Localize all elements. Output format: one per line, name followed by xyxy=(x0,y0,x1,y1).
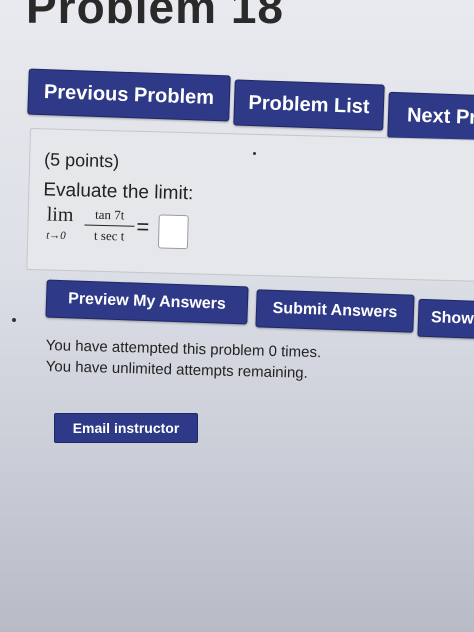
problem-panel: (5 points) Evaluate the limit: lim t→0 t… xyxy=(26,128,474,283)
preview-answers-button[interactable]: Preview My Answers xyxy=(45,279,249,325)
previous-problem-button[interactable]: Previous Problem xyxy=(27,68,231,122)
fraction-denominator: t sec t xyxy=(93,227,125,244)
limit-operator: lim xyxy=(46,203,74,227)
submit-answers-button[interactable]: Submit Answers xyxy=(255,289,415,333)
page-title: Problem 18 xyxy=(26,0,284,33)
answer-input[interactable] xyxy=(157,214,189,250)
attempts-message: You have attempted this problem 0 times. xyxy=(45,337,322,362)
remaining-attempts-message: You have unlimited attempts remaining. xyxy=(45,358,309,382)
show-button[interactable]: Show xyxy=(417,298,474,340)
bullet-dot xyxy=(12,318,16,322)
limit-fraction: tan 7t t sec t xyxy=(84,206,135,244)
fraction-numerator: tan 7t xyxy=(94,206,125,223)
equals-sign: = xyxy=(136,213,150,240)
problem-list-button[interactable]: Problem List xyxy=(233,79,385,131)
problem-prompt: Evaluate the limit: xyxy=(43,179,194,205)
next-problem-button[interactable]: Next Pr xyxy=(387,91,474,143)
screen-speck xyxy=(253,152,256,155)
problem-points: (5 points) xyxy=(43,149,120,172)
limit-subscript: t→0 xyxy=(46,229,66,242)
email-instructor-button[interactable]: Email instructor xyxy=(54,413,198,443)
